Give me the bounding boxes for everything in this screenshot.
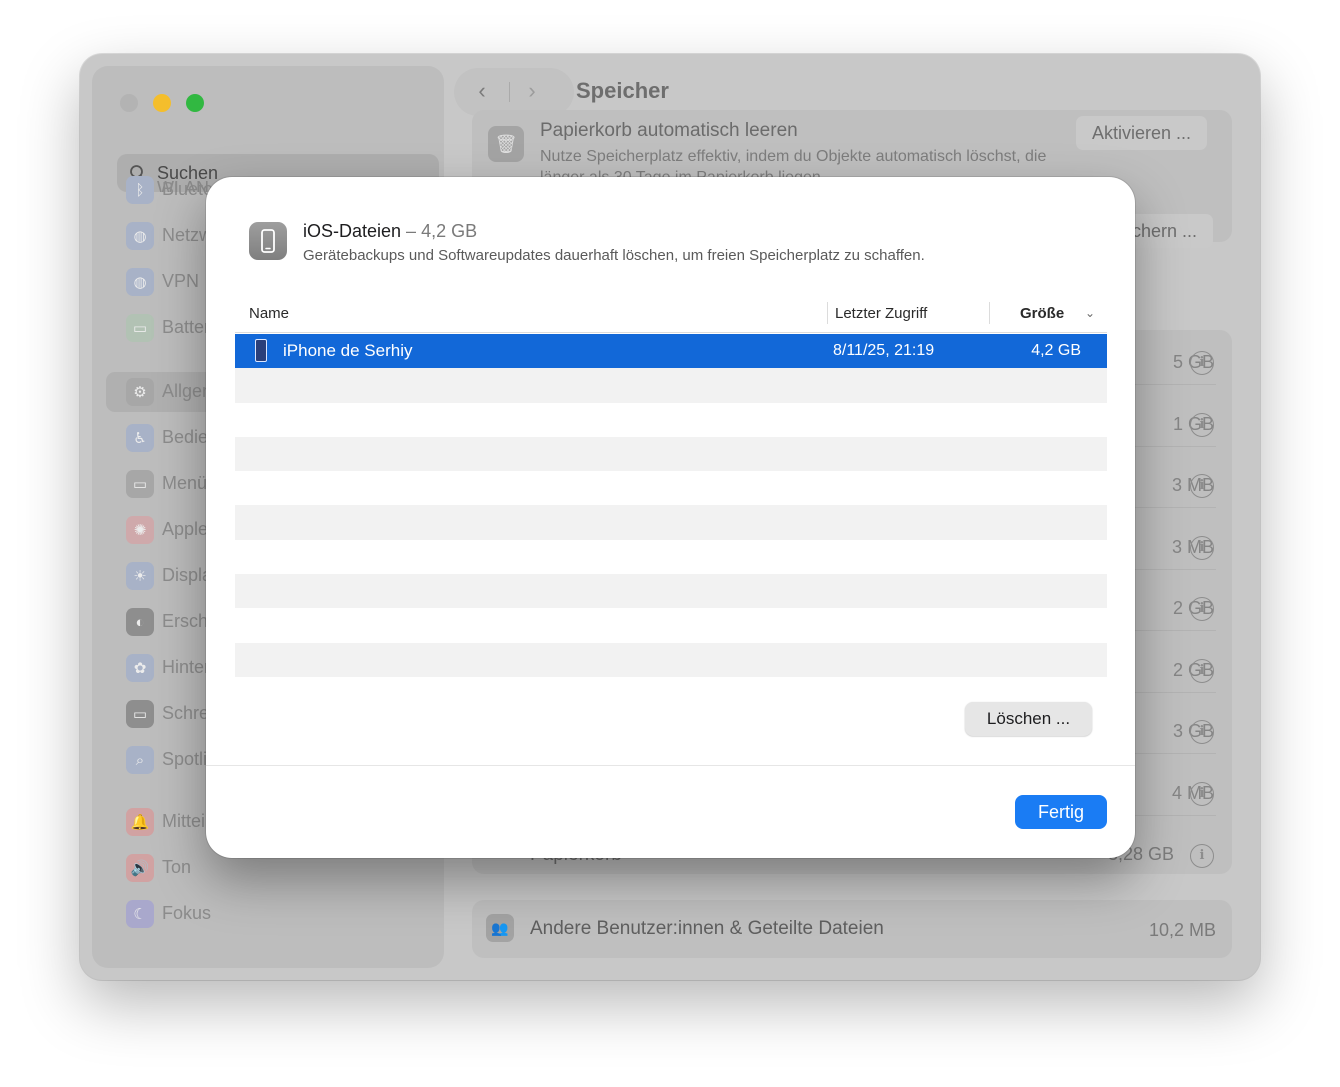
info-icon[interactable]: i (1190, 535, 1214, 560)
footer-divider (206, 765, 1135, 766)
sidebar-item-label: Ton (162, 857, 192, 877)
users-files-size: 10,2 MB (1148, 920, 1216, 940)
info-icon[interactable]: i (1190, 474, 1214, 498)
gear-icon: ⚙ (126, 378, 154, 406)
appearance-icon: ◐ (126, 608, 154, 636)
column-header-size[interactable]: Größe (1020, 305, 1064, 322)
sun-icon: ☀ (126, 562, 154, 590)
sidebar-item-label: VPN (162, 271, 200, 291)
sidebar-item-label: Fokus (162, 903, 212, 923)
users-icon: 👥 (486, 914, 514, 942)
vpn-icon: ◍ (126, 268, 154, 296)
info-icon[interactable]: i (1190, 844, 1214, 868)
trash-icon: 🗑 (488, 126, 524, 162)
empty-row (235, 540, 1107, 574)
device-name: iPhone de Serhiy (283, 341, 413, 360)
info-icon[interactable]: i (1190, 597, 1214, 621)
empty-row (235, 368, 1107, 403)
empty-row (235, 608, 1107, 642)
info-icon[interactable]: i (1190, 781, 1214, 806)
auto-trash-title: Papierkorb automatisch leeren (540, 120, 798, 141)
back-button[interactable]: ‹ (470, 80, 494, 104)
last-access-value: 8/11/25, 21:19 (833, 342, 935, 359)
menubar-icon: ▭ (126, 470, 154, 498)
speaker-icon: 🔊 (126, 854, 154, 882)
empty-row (235, 436, 1107, 472)
flower-icon: ✿ (126, 654, 154, 682)
empty-row (235, 505, 1107, 540)
nav-divider (509, 82, 510, 102)
info-icon[interactable]: i (1190, 720, 1214, 744)
dialog-header: iOS-Dateien – 4,2 GB (303, 221, 477, 242)
battery-icon: ▭ (126, 314, 154, 342)
dock-icon: ▭ (126, 700, 154, 728)
empty-row (235, 471, 1107, 505)
bell-icon: 🔔 (126, 808, 154, 836)
forward-button[interactable]: › (520, 80, 544, 104)
minimize-window-button[interactable] (153, 94, 171, 112)
magnifier-icon: ⌕ (126, 746, 154, 774)
window-title: Speicher (576, 78, 669, 103)
title-separator: – (401, 221, 422, 241)
iphone-icon (249, 222, 287, 260)
info-icon[interactable]: i (1190, 412, 1214, 437)
column-divider[interactable] (827, 302, 828, 324)
dialog-total-size: 4,2 GB (421, 221, 478, 241)
info-icon[interactable]: i (1190, 351, 1214, 375)
moon-icon: ☾ (126, 900, 154, 928)
size-value: 4,2 GB (1031, 342, 1081, 359)
activate-button[interactable]: Aktivieren ... (1076, 116, 1208, 150)
table-header: Name Letzter Zugriff Größe ⌄ (235, 297, 1107, 333)
empty-row (235, 574, 1107, 609)
done-button[interactable]: Fertig (1015, 795, 1107, 829)
column-header-name[interactable]: Name (249, 305, 289, 322)
empty-row (235, 403, 1107, 437)
ios-files-dialog: iOS-Dateien – 4,2 GB Gerätebackups und S… (206, 177, 1135, 858)
sort-descending-chevron-icon[interactable]: ⌄ (1085, 306, 1095, 320)
column-header-last-access[interactable]: Letzter Zugriff (835, 305, 927, 322)
info-icon[interactable]: i (1190, 658, 1214, 683)
accessibility-icon: ♿ (126, 424, 154, 452)
auto-trash-description: Nutze Speicherplatz effektiv, indem du O… (540, 148, 1047, 180)
dialog-subtitle: Gerätebackups und Softwareupdates dauerh… (303, 247, 925, 264)
bluetooth-icon: ᛒ (126, 176, 154, 204)
empty-row (235, 642, 1107, 677)
file-table: iPhone de Serhiy 8/11/25, 21:19 4,2 GB (235, 334, 1107, 677)
siri-icon: ✺ (126, 516, 154, 544)
column-divider[interactable] (989, 302, 990, 324)
close-window-button[interactable] (120, 94, 138, 112)
table-row[interactable]: iPhone de Serhiy 8/11/25, 21:19 4,2 GB (235, 334, 1107, 369)
delete-button[interactable]: Löschen ... (965, 702, 1092, 736)
users-files-label: Andere Benutzer:innen & Geteilte Dateien (530, 918, 884, 939)
dialog-title: iOS-Dateien (303, 221, 402, 241)
sidebar-item[interactable]: ☾ Fokus (114, 894, 444, 934)
zoom-window-button[interactable] (186, 94, 204, 112)
header-divider (235, 332, 1107, 333)
iphone-icon (255, 339, 267, 362)
navigation-buttons: ‹ › (454, 68, 574, 116)
globe-icon: ◍ (126, 222, 154, 250)
